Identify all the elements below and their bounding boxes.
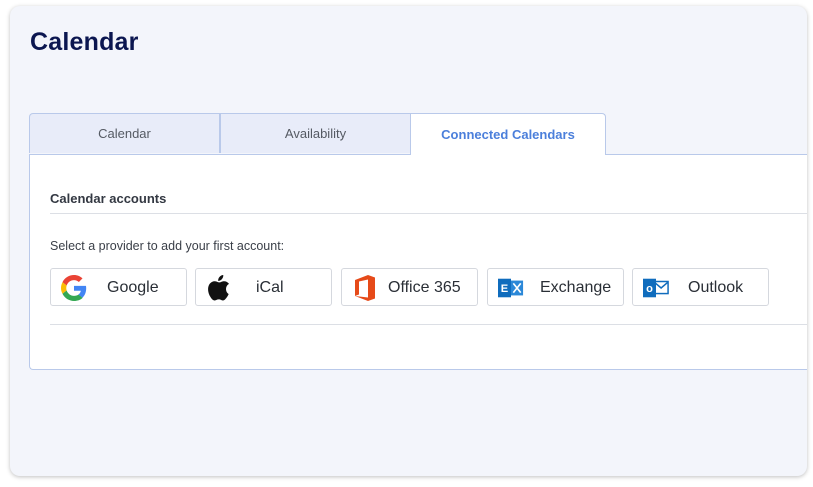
provider-label: Exchange: [540, 279, 612, 296]
office365-provider-button[interactable]: Office 365: [341, 268, 478, 306]
google-provider-button[interactable]: Google: [50, 268, 187, 306]
provider-prompt: Select a provider to add your first acco…: [50, 239, 285, 253]
office365-icon: [352, 275, 378, 301]
exchange-icon: E: [498, 275, 524, 301]
tab-availability[interactable]: Availability: [220, 113, 411, 153]
provider-label: Outlook: [688, 279, 744, 296]
ical-provider-button[interactable]: iCal: [195, 268, 332, 306]
apple-icon: [206, 275, 232, 301]
svg-text:E: E: [501, 283, 508, 295]
svg-text:o: o: [646, 283, 653, 295]
tab-connected-calendars[interactable]: Connected Calendars: [410, 113, 606, 155]
tab-calendar[interactable]: Calendar: [29, 113, 220, 153]
connected-calendars-panel: Calendar accounts Select a provider to a…: [29, 154, 807, 370]
section-title: Calendar accounts: [50, 191, 167, 206]
page-title: Calendar: [30, 28, 139, 56]
provider-label: iCal: [256, 279, 284, 296]
divider: [50, 324, 807, 325]
divider: [50, 213, 807, 214]
tab-bar: Calendar Availability Connected Calendar…: [29, 113, 807, 155]
google-icon: [61, 275, 87, 301]
outlook-provider-button[interactable]: o Outlook: [632, 268, 769, 306]
exchange-provider-button[interactable]: E Exchange: [487, 268, 624, 306]
outlook-icon: o: [643, 275, 669, 301]
provider-label: Google: [107, 279, 159, 296]
app-window: Calendar Calendar Availability Connected…: [10, 6, 807, 476]
provider-label: Office 365: [388, 279, 461, 296]
